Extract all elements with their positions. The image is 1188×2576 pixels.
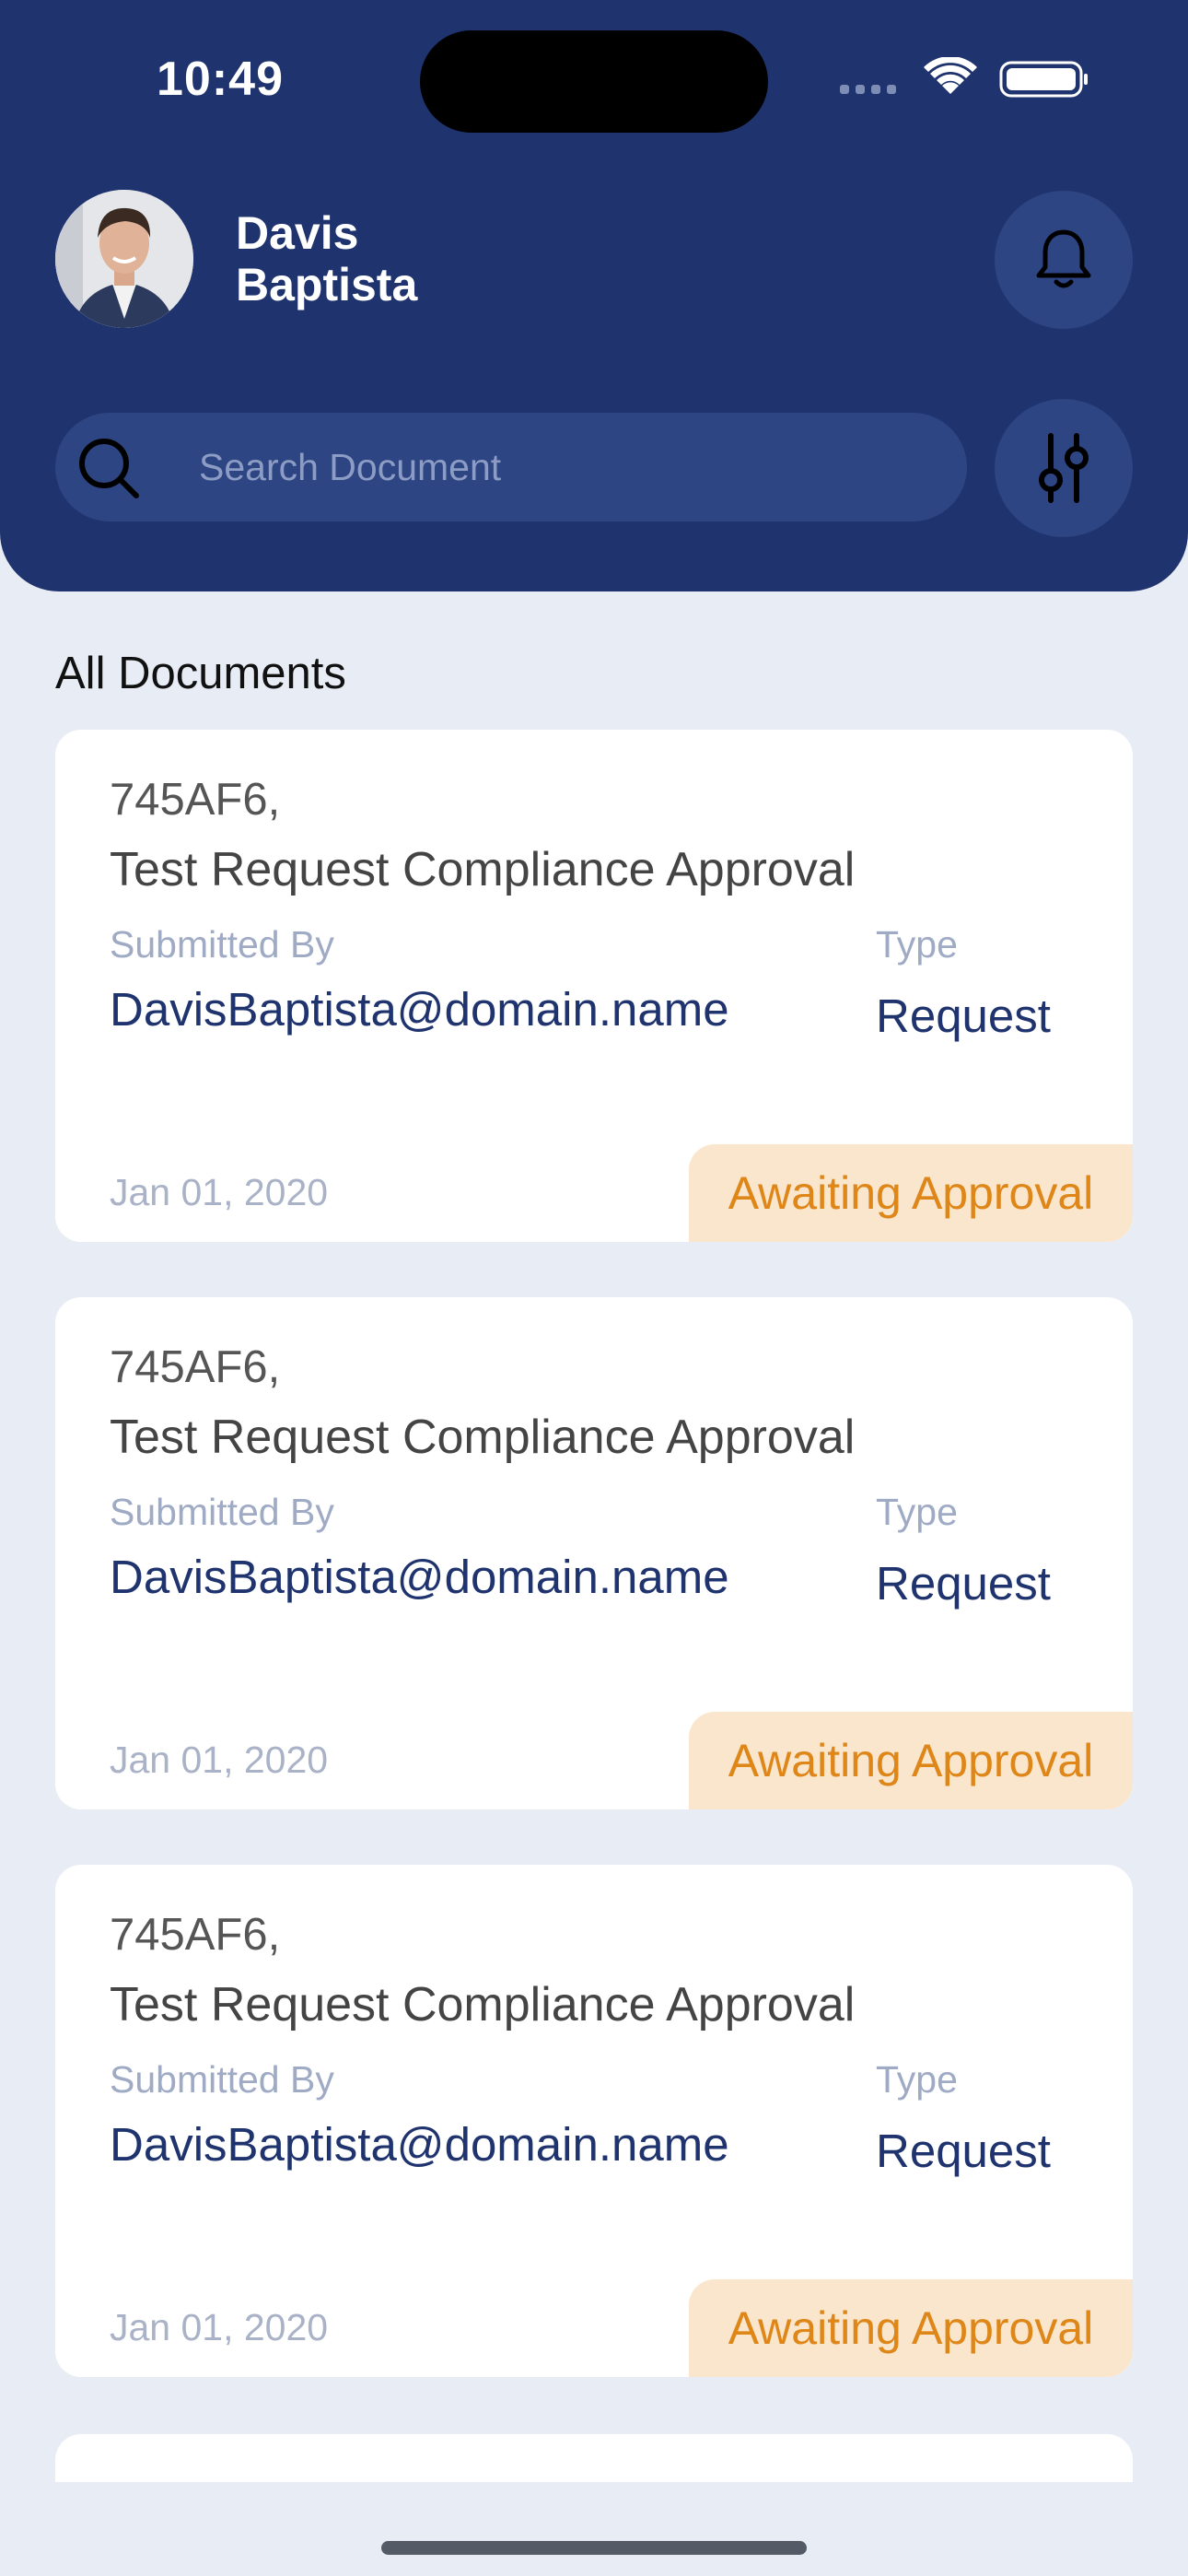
status-badge: Awaiting Approval <box>689 2279 1133 2377</box>
wifi-icon <box>924 57 977 94</box>
user-name: Davis Baptista <box>236 207 418 310</box>
document-title: Test Request Compliance Approval <box>110 843 856 896</box>
notifications-button[interactable] <box>995 191 1133 329</box>
document-title: Test Request Compliance Approval <box>110 1411 856 1464</box>
filter-button[interactable] <box>995 399 1133 537</box>
document-date: Jan 01, 2020 <box>110 2306 329 2348</box>
avatar[interactable] <box>55 190 193 328</box>
battery-icon <box>999 61 1088 98</box>
submitted-by-label: Submitted By <box>110 2058 334 2101</box>
search-bar[interactable] <box>55 413 967 521</box>
document-card[interactable]: 745AF6, Test Request Compliance Approval… <box>55 730 1133 1242</box>
document-card[interactable]: 745AF6, Test Request Compliance Approval… <box>55 1865 1133 2377</box>
home-indicator[interactable] <box>381 2541 807 2555</box>
status-bar-time: 10:49 <box>157 53 284 106</box>
search-icon <box>79 439 139 498</box>
submitted-by-label: Submitted By <box>110 1491 334 1533</box>
filter-icon <box>1039 433 1089 503</box>
type-label: Type <box>876 923 958 966</box>
document-type: Request <box>876 2125 1051 2177</box>
cellular-signal-icon <box>840 85 896 94</box>
submitter-email: DavisBaptista@domain.name <box>110 983 729 1036</box>
document-date: Jan 01, 2020 <box>110 1171 329 1213</box>
submitter-email: DavisBaptista@domain.name <box>110 2118 729 2171</box>
status-bar-icons <box>840 57 1088 98</box>
status-badge: Awaiting Approval <box>689 1144 1133 1242</box>
document-card[interactable]: 745AF6, Test Request Compliance Approval… <box>55 1297 1133 1809</box>
section-title: All Documents <box>55 649 346 698</box>
app-header: 10:49 Davis Baptista Search Document <box>0 0 1188 591</box>
search-input[interactable] <box>199 413 936 521</box>
submitter-email: DavisBaptista@domain.name <box>110 1551 729 1603</box>
document-id: 745AF6, <box>110 1342 281 1392</box>
bell-icon <box>1036 229 1091 288</box>
document-card-partial[interactable] <box>55 2434 1133 2482</box>
document-title: Test Request Compliance Approval <box>110 1978 856 2032</box>
status-badge: Awaiting Approval <box>689 1712 1133 1809</box>
submitted-by-label: Submitted By <box>110 923 334 966</box>
user-photo <box>55 190 193 328</box>
document-date: Jan 01, 2020 <box>110 1739 329 1781</box>
type-label: Type <box>876 2058 958 2101</box>
document-type: Request <box>876 989 1051 1042</box>
dynamic-island <box>420 30 768 133</box>
document-id: 745AF6, <box>110 775 281 825</box>
type-label: Type <box>876 1491 958 1533</box>
document-id: 745AF6, <box>110 1910 281 1960</box>
document-type: Request <box>876 1557 1051 1610</box>
